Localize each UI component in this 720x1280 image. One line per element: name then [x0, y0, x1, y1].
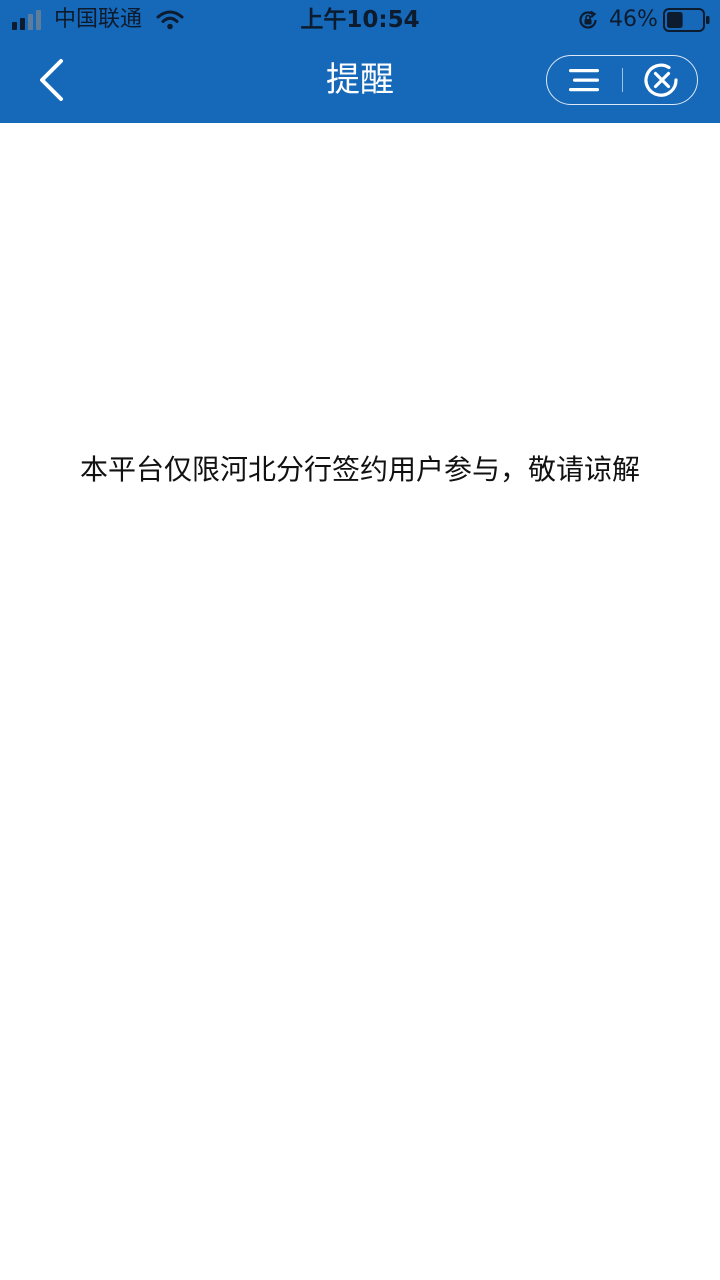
menu-button[interactable] [561, 62, 611, 98]
battery-percent: 46% [609, 7, 658, 32]
close-button[interactable] [637, 62, 687, 98]
screen: 中国联通 上午10:54 46% 提醒 本平台仅限河北分行签约用户参与，敬请谅解 [0, 0, 720, 1280]
rotation-lock-icon [579, 10, 597, 29]
close-circle-icon [644, 63, 678, 97]
menu-icon [569, 69, 599, 92]
status-bar: 中国联通 上午10:54 46% [0, 0, 720, 40]
chevron-left-icon [40, 59, 63, 101]
back-button[interactable] [28, 54, 80, 106]
battery-icon [663, 8, 710, 32]
capsule-menu-group [546, 55, 698, 105]
header: 中国联通 上午10:54 46% 提醒 [0, 0, 720, 123]
capsule-divider [622, 68, 623, 92]
notice-message: 本平台仅限河北分行签约用户参与，敬请谅解 [79, 453, 640, 486]
